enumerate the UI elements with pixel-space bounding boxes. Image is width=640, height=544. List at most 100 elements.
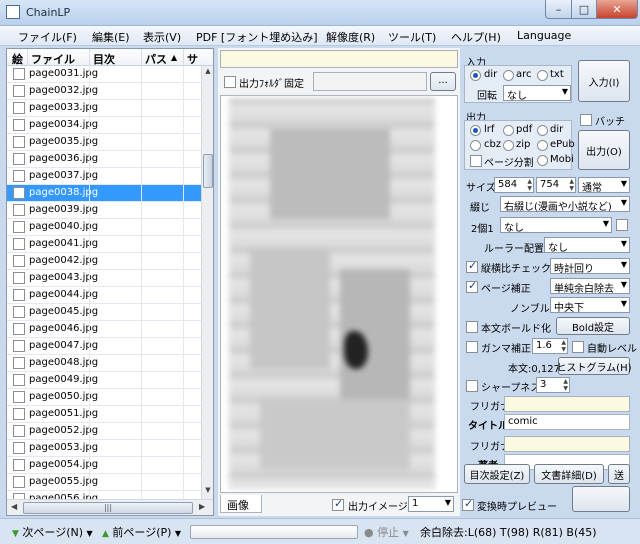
output-epub-radio[interactable] <box>537 140 548 151</box>
column-size[interactable]: サ <box>187 51 198 67</box>
column-file[interactable]: ファイル <box>31 51 75 67</box>
input-dir-radio[interactable] <box>470 70 481 81</box>
file-row[interactable]: page0045.jpg <box>7 304 201 321</box>
close-button[interactable]: ✕ <box>596 0 638 19</box>
page-correct-checkbox[interactable] <box>466 279 478 293</box>
bold-settings-button[interactable]: Bold設定 <box>556 317 630 335</box>
file-row-checkbox[interactable] <box>13 102 25 114</box>
file-row-checkbox[interactable] <box>13 153 25 165</box>
width-stepper[interactable]: 584 ▲ ▼ <box>494 177 534 193</box>
file-row[interactable]: page0055.jpg <box>7 474 201 491</box>
output-mobi-radio[interactable] <box>537 155 548 166</box>
file-row-checkbox[interactable] <box>13 119 25 131</box>
browse-button[interactable]: ... <box>430 72 456 91</box>
column-thumb[interactable]: 絵 <box>12 51 23 67</box>
maximize-button[interactable]: □ <box>571 0 597 19</box>
file-row-checkbox[interactable] <box>13 170 25 182</box>
spin-icon[interactable]: ▲ ▼ <box>563 378 568 392</box>
bold-checkbox[interactable] <box>466 321 478 333</box>
file-row-checkbox[interactable] <box>13 68 25 80</box>
menu-tools[interactable]: ツール(T) <box>388 29 436 45</box>
file-row-checkbox[interactable] <box>13 204 25 216</box>
scroll-right-icon[interactable]: ▶ <box>199 502 205 511</box>
file-row[interactable]: page0031.jpg <box>7 66 201 83</box>
spin-icon[interactable]: ▲ ▼ <box>561 339 566 353</box>
file-row[interactable]: page0044.jpg <box>7 287 201 304</box>
file-row[interactable]: page0041.jpg <box>7 236 201 253</box>
file-row[interactable]: page0038.jpg <box>7 185 201 202</box>
menu-view[interactable]: 表示(V) <box>143 29 181 45</box>
menu-help[interactable]: ヘルプ(H) <box>451 29 501 45</box>
unnamed-action-button[interactable] <box>572 486 630 512</box>
file-row[interactable]: page0034.jpg <box>7 117 201 134</box>
input-txt-radio[interactable] <box>537 70 548 81</box>
convert-preview-checkbox[interactable] <box>462 497 474 511</box>
rotate-select[interactable]: なし ▼ <box>503 85 571 102</box>
file-row-checkbox[interactable] <box>13 357 25 369</box>
file-row-checkbox[interactable] <box>13 391 25 403</box>
nombre-select[interactable]: 中央下 ▼ <box>550 297 630 314</box>
file-row-checkbox[interactable] <box>13 255 25 267</box>
file-row-checkbox[interactable] <box>13 85 25 97</box>
prev-page-button[interactable]: ▲ 前ページ(P) ▼ <box>102 524 181 540</box>
file-row-checkbox[interactable] <box>13 289 25 301</box>
column-path[interactable]: パス <box>145 51 167 67</box>
file-row[interactable]: page0032.jpg <box>7 83 201 100</box>
file-row[interactable]: page0048.jpg <box>7 355 201 372</box>
file-row-checkbox[interactable] <box>13 187 25 199</box>
file-row[interactable]: page0051.jpg <box>7 406 201 423</box>
page-preview[interactable] <box>220 95 458 493</box>
file-row-checkbox[interactable] <box>13 408 25 420</box>
file-row-checkbox[interactable] <box>13 476 25 488</box>
output-cbz-radio[interactable] <box>470 140 481 151</box>
menu-resolution[interactable]: 解像度(R) <box>326 29 375 45</box>
output-folder-fixed-checkbox[interactable] <box>224 76 236 88</box>
file-row[interactable]: page0054.jpg <box>7 457 201 474</box>
sharpness-stepper[interactable]: 3 ▲ ▼ <box>536 377 570 393</box>
file-row-checkbox[interactable] <box>13 306 25 318</box>
column-toc[interactable]: 目次 <box>93 51 115 67</box>
page-correct-select[interactable]: 単純余白除去 ▼ <box>550 278 630 295</box>
next-page-button[interactable]: ▼ 次ページ(N) ▼ <box>12 524 93 540</box>
stop-button[interactable]: ● 停止 ▼ <box>364 524 409 540</box>
binding-select[interactable]: 右綴じ(漫画や小説など) ▼ <box>500 196 630 213</box>
auto-level-checkbox[interactable] <box>572 341 584 353</box>
input-arc-radio[interactable] <box>503 70 514 81</box>
file-row-checkbox[interactable] <box>13 374 25 386</box>
scroll-down-icon[interactable]: ▼ <box>202 486 213 498</box>
toc-settings-button[interactable]: 目次設定(Z) <box>464 464 530 484</box>
output-zip-radio[interactable] <box>503 140 514 151</box>
doc-details-button[interactable]: 文書詳細(D) <box>534 464 604 484</box>
gamma-checkbox[interactable] <box>466 341 478 353</box>
file-list-vscroll[interactable]: ▲ ▼ <box>201 66 213 499</box>
file-row-checkbox[interactable] <box>13 221 25 233</box>
output-image-checkbox[interactable] <box>332 497 344 511</box>
ruler-select[interactable]: なし ▼ <box>544 237 630 254</box>
batch-checkbox[interactable] <box>580 114 592 126</box>
output-button[interactable]: 出力(O) <box>578 130 630 170</box>
file-row-checkbox[interactable] <box>13 340 25 352</box>
file-row[interactable]: page0040.jpg <box>7 219 201 236</box>
histogram-button[interactable]: ヒストグラム(H) <box>556 357 632 375</box>
file-row[interactable]: page0053.jpg <box>7 440 201 457</box>
menu-edit[interactable]: 編集(E) <box>92 29 130 45</box>
two-in-one-checkbox[interactable] <box>616 219 628 231</box>
output-dir-radio[interactable] <box>537 125 548 136</box>
output-image-select[interactable]: 1 ▼ <box>408 496 454 512</box>
two-in-one-select[interactable]: なし ▼ <box>500 217 612 234</box>
aspect-checkbox[interactable] <box>466 259 478 273</box>
file-row-checkbox[interactable] <box>13 425 25 437</box>
scroll-up-icon[interactable]: ▲ <box>202 67 213 79</box>
file-list-hscroll[interactable]: ◀ ||| ▶ <box>7 499 213 515</box>
output-folder-field[interactable] <box>313 72 427 91</box>
menu-file[interactable]: ファイル(F) <box>18 29 77 45</box>
file-row-checkbox[interactable] <box>13 323 25 335</box>
title-field[interactable]: comic <box>504 414 630 430</box>
gamma-stepper[interactable]: 1.6 ▲ ▼ <box>532 338 568 354</box>
sharpness-checkbox[interactable] <box>466 380 478 392</box>
height-stepper[interactable]: 754 ▲ ▼ <box>536 177 576 193</box>
aspect-select[interactable]: 時計回り ▼ <box>550 258 630 275</box>
send-button[interactable]: 送 <box>608 464 630 484</box>
page-split-checkbox[interactable] <box>470 155 482 167</box>
title-furigana-field[interactable] <box>504 396 630 412</box>
